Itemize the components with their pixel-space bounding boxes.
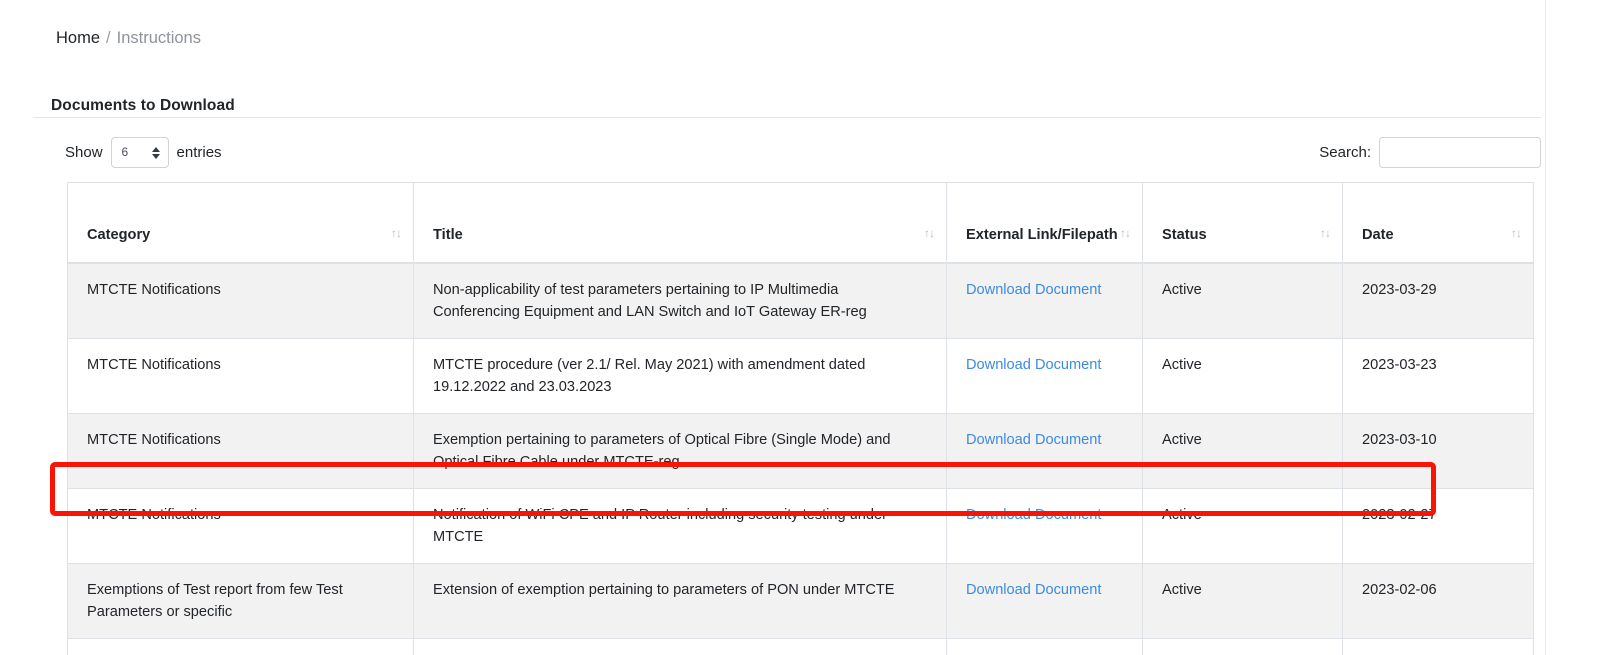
page-length-select-wrapper: 6	[110, 137, 169, 168]
breadcrumb: Home / Instructions	[56, 27, 201, 49]
table-row[interactable]: MTCTE Notifications MTCTE procedure (ver…	[67, 337, 1534, 414]
cell-date: 2023-03-10	[1342, 412, 1534, 489]
cell-date: 2023-03-23	[1342, 337, 1534, 414]
show-label: Show	[65, 143, 103, 161]
column-header-category[interactable]: Category ↑↓	[67, 182, 414, 264]
cell-status: Active	[1142, 262, 1343, 339]
cell-date: 2023-02-27	[1342, 487, 1534, 564]
cell-external-link: Download Document	[946, 262, 1143, 339]
sort-arrows-icon[interactable]: ↑↓	[1511, 223, 1522, 244]
sort-arrows-icon[interactable]: ↑↓	[1320, 223, 1331, 244]
cell-date: 2023-03-29	[1342, 262, 1534, 339]
column-header-label: External Link/Filepath	[966, 226, 1118, 243]
cell-category: Exemptions of Test report from few Test …	[67, 562, 414, 639]
sort-arrows-icon[interactable]: ↑↓	[924, 223, 935, 244]
search-input[interactable]	[1379, 137, 1541, 168]
cell-external-link: Download Document	[946, 337, 1143, 414]
cell-status: Active	[1142, 637, 1343, 655]
documents-table: Category ↑↓ Title ↑↓ External Link/Filep…	[67, 182, 1534, 655]
cell-status: Active	[1142, 412, 1343, 489]
datatable-search-control: Search:	[1319, 137, 1541, 168]
page-right-edge-rule	[1545, 0, 1546, 655]
table-head: Category ↑↓ Title ↑↓ External Link/Filep…	[67, 182, 1534, 264]
download-document-link[interactable]: Download Document	[966, 282, 1101, 298]
cell-title: Exemption pertaining to parameters of Op…	[413, 412, 947, 489]
download-document-link[interactable]: Download Document	[966, 357, 1101, 373]
column-header-external-link-filepath[interactable]: External Link/Filepath ↑↓	[946, 182, 1143, 264]
cell-category: MTCTE Notifications	[67, 262, 414, 339]
breadcrumb-item-instructions: Instructions	[116, 29, 201, 47]
cell-category: MTCTE Notifications	[67, 487, 414, 564]
column-header-date[interactable]: Date ↑↓	[1342, 182, 1534, 264]
cell-external-link: Download Document	[946, 487, 1143, 564]
cell-title: Clarification regarding testing of Base …	[413, 637, 947, 655]
cell-date: 2023-02-06	[1342, 562, 1534, 639]
section-divider	[33, 117, 1541, 118]
cell-title: Extension of exemption pertaining to par…	[413, 562, 947, 639]
table-row[interactable]: MTCTE Notifications Non-applicability of…	[67, 262, 1534, 339]
column-header-label: Status	[1162, 226, 1207, 243]
column-header-label: Title	[433, 226, 463, 243]
sort-arrows-icon[interactable]: ↑↓	[1120, 223, 1131, 244]
page-length-select[interactable]: 6	[110, 137, 169, 168]
table-body: MTCTE Notifications Non-applicability of…	[67, 262, 1534, 655]
documents-table-wrapper: Category ↑↓ Title ↑↓ External Link/Filep…	[67, 182, 1534, 655]
cell-title: MTCTE procedure (ver 2.1/ Rel. May 2021)…	[413, 337, 947, 414]
column-header-label: Date	[1362, 226, 1394, 243]
column-header-status[interactable]: Status ↑↓	[1142, 182, 1343, 264]
table-row[interactable]: MTCTE Notifications Clarification regard…	[67, 637, 1534, 655]
cell-external-link: Download Document	[946, 412, 1143, 489]
table-row[interactable]: MTCTE Notifications Exemption pertaining…	[67, 412, 1534, 489]
cell-external-link: Download Document	[946, 637, 1143, 655]
datatable-length-control: Show 6 entries	[65, 137, 222, 168]
cell-category: MTCTE Notifications	[67, 337, 414, 414]
cell-date: 2023-01-27	[1342, 637, 1534, 655]
search-label: Search:	[1319, 144, 1371, 161]
table-row-highlighted[interactable]: MTCTE Notifications Notification of WiFi…	[67, 487, 1534, 564]
cell-title: Notification of WiFi CPE and IP Router i…	[413, 487, 947, 564]
entries-label: entries	[176, 143, 222, 161]
cell-status: Active	[1142, 337, 1343, 414]
breadcrumb-item-home[interactable]: Home	[56, 29, 100, 47]
cell-status: Active	[1142, 562, 1343, 639]
sort-arrows-icon[interactable]: ↑↓	[391, 223, 402, 244]
page-title: Documents to Download	[51, 96, 235, 114]
column-header-title[interactable]: Title ↑↓	[413, 182, 947, 264]
cell-external-link: Download Document	[946, 562, 1143, 639]
cell-status: Active	[1142, 487, 1343, 564]
breadcrumb-separator: /	[106, 29, 111, 47]
table-row[interactable]: Exemptions of Test report from few Test …	[67, 562, 1534, 639]
cell-category: MTCTE Notifications	[67, 637, 414, 655]
table-header-row: Category ↑↓ Title ↑↓ External Link/Filep…	[67, 182, 1534, 264]
download-document-link[interactable]: Download Document	[966, 582, 1101, 598]
download-document-link[interactable]: Download Document	[966, 507, 1101, 523]
cell-category: MTCTE Notifications	[67, 412, 414, 489]
cell-title: Non-applicability of test parameters per…	[413, 262, 947, 339]
page-root: Home / Instructions Documents to Download …	[0, 0, 1600, 655]
column-header-label: Category	[87, 226, 151, 243]
download-document-link[interactable]: Download Document	[966, 432, 1101, 448]
